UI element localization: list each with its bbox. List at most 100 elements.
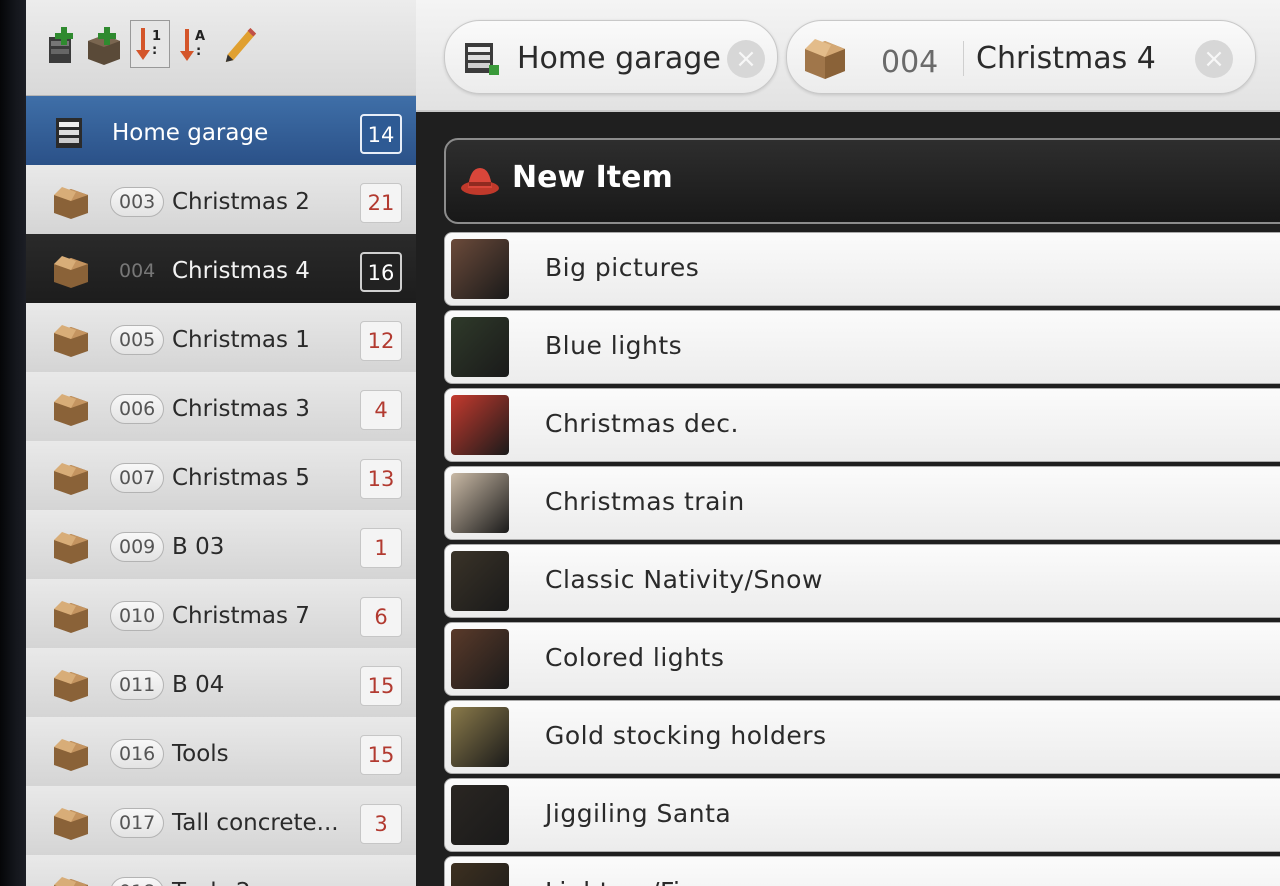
add-box-icon[interactable]: [86, 22, 122, 68]
item-label: Light up/Fi: [545, 877, 680, 886]
item-label: Blue lights: [545, 331, 683, 360]
item-thumbnail: [451, 395, 509, 455]
item-label: Jiggiling Santa: [545, 799, 732, 828]
item-label: Christmas train: [545, 487, 745, 516]
sidebar-item[interactable]: 017 Tall concrete... 3: [26, 786, 416, 858]
box-icon: [801, 35, 845, 79]
location-number: 009: [110, 532, 165, 562]
tab-christmas-4[interactable]: 004 Christmas 4 ×: [786, 20, 1256, 94]
location-name: B 04: [172, 672, 225, 698]
sidebar-item[interactable]: 009 B 03 1: [26, 510, 416, 582]
item-count-badge: 6: [360, 597, 402, 637]
location-name: Tools 2: [172, 879, 251, 886]
location-name: Tall concrete...: [172, 810, 339, 836]
sidebar-item[interactable]: 018 Tools 2: [26, 855, 416, 886]
list-item[interactable]: Colored lights: [444, 622, 1280, 696]
list-item[interactable]: Classic Nativity/Snow: [444, 544, 1280, 618]
add-location-icon[interactable]: [44, 22, 80, 68]
sidebar-item[interactable]: 006 Christmas 3 4: [26, 372, 416, 444]
item-thumbnail: [451, 317, 509, 377]
location-name: Christmas 2: [172, 189, 310, 215]
item-label: Big pictures: [545, 253, 700, 282]
house-icon: [52, 116, 88, 148]
item-thumbnail: [451, 551, 509, 611]
new-item-label: New Item: [512, 160, 673, 195]
box-icon: [52, 530, 88, 564]
item-count-badge: 3: [360, 804, 402, 844]
svg-text::: :: [196, 44, 201, 59]
location-name: Christmas 1: [172, 327, 310, 353]
tab-number: 004: [881, 45, 939, 80]
item-count-badge: 21: [360, 183, 402, 223]
location-number: 011: [110, 670, 165, 700]
sort-alpha-icon[interactable]: A :: [176, 22, 212, 68]
location-number: 017: [110, 808, 165, 838]
list-item[interactable]: Jiggiling Santa: [444, 778, 1280, 852]
box-icon: [52, 461, 88, 495]
list-item[interactable]: Christmas dec.: [444, 388, 1280, 462]
item-thumbnail: [451, 863, 509, 886]
sidebar-item[interactable]: 011 B 04 15: [26, 648, 416, 720]
sidebar-item[interactable]: 010 Christmas 7 6: [26, 579, 416, 651]
location-number: 018: [110, 877, 165, 886]
close-icon[interactable]: ×: [727, 40, 765, 78]
sidebar-item[interactable]: Home garage 14: [26, 96, 416, 168]
location-name: Home garage: [112, 120, 269, 146]
sidebar-toolbar: 1 : A :: [26, 0, 416, 96]
sidebar-item[interactable]: 007 Christmas 5 13: [26, 441, 416, 513]
item-count-badge: 13: [360, 459, 402, 499]
item-thumbnail: [451, 629, 509, 689]
list-item[interactable]: Gold stocking holders: [444, 700, 1280, 774]
location-name: Christmas 3: [172, 396, 310, 422]
box-icon: [52, 806, 88, 840]
item-thumbnail: [451, 239, 509, 299]
box-icon: [52, 737, 88, 771]
tab-label: Christmas 4: [963, 41, 1156, 76]
sidebar-item[interactable]: 016 Tools 15: [26, 717, 416, 789]
item-label: Colored lights: [545, 643, 725, 672]
box-icon: [52, 185, 88, 219]
close-icon[interactable]: ×: [1195, 40, 1233, 78]
box-icon: [52, 599, 88, 633]
sidebar-item[interactable]: 004 Christmas 4 16: [26, 234, 416, 306]
tab-bar: Home garage × 004 Christmas 4 ×: [416, 0, 1280, 112]
list-item[interactable]: Light up/Fi: [444, 856, 1280, 886]
location-number: 004: [119, 260, 156, 282]
location-number: 016: [110, 739, 165, 769]
tab-home-garage[interactable]: Home garage ×: [444, 20, 778, 94]
svg-text:A: A: [195, 29, 205, 44]
location-name: Christmas 5: [172, 465, 310, 491]
hat-icon: [460, 162, 500, 198]
sidebar: 1 : A : Home garage 14 003 Christmas 2 21 004…: [26, 0, 416, 886]
house-icon: [459, 35, 503, 79]
new-item-button[interactable]: New Item: [444, 138, 1280, 224]
location-name: Tools: [172, 741, 229, 767]
item-count-badge: 15: [360, 735, 402, 775]
location-number: 007: [110, 463, 165, 493]
sort-numeric-icon[interactable]: 1 :: [130, 20, 170, 68]
item-count-badge: 14: [360, 114, 402, 154]
item-count-badge: 4: [360, 390, 402, 430]
location-number: 005: [110, 325, 165, 355]
item-count-badge: 16: [360, 252, 402, 292]
list-item[interactable]: Big pictures: [444, 232, 1280, 306]
box-icon: [52, 668, 88, 702]
sidebar-item[interactable]: 005 Christmas 1 12: [26, 303, 416, 375]
svg-text::: :: [152, 43, 157, 58]
item-panel: New Item Big pictures Blue lights Christma…: [416, 112, 1280, 886]
item-label: Classic Nativity/Snow: [545, 565, 823, 594]
sidebar-item[interactable]: 003 Christmas 2 21: [26, 165, 416, 237]
item-thumbnail: [451, 473, 509, 533]
box-icon: [52, 254, 88, 288]
item-thumbnail: [451, 707, 509, 767]
item-count-badge: 12: [360, 321, 402, 361]
pencil-icon[interactable]: [222, 22, 258, 68]
item-label: Christmas dec.: [545, 409, 739, 438]
list-item[interactable]: Christmas train: [444, 466, 1280, 540]
box-icon: [52, 392, 88, 426]
location-number: 010: [110, 601, 165, 631]
box-icon: [52, 875, 88, 886]
list-item[interactable]: Blue lights: [444, 310, 1280, 384]
tab-label: Home garage: [517, 41, 721, 76]
item-thumbnail: [451, 785, 509, 845]
